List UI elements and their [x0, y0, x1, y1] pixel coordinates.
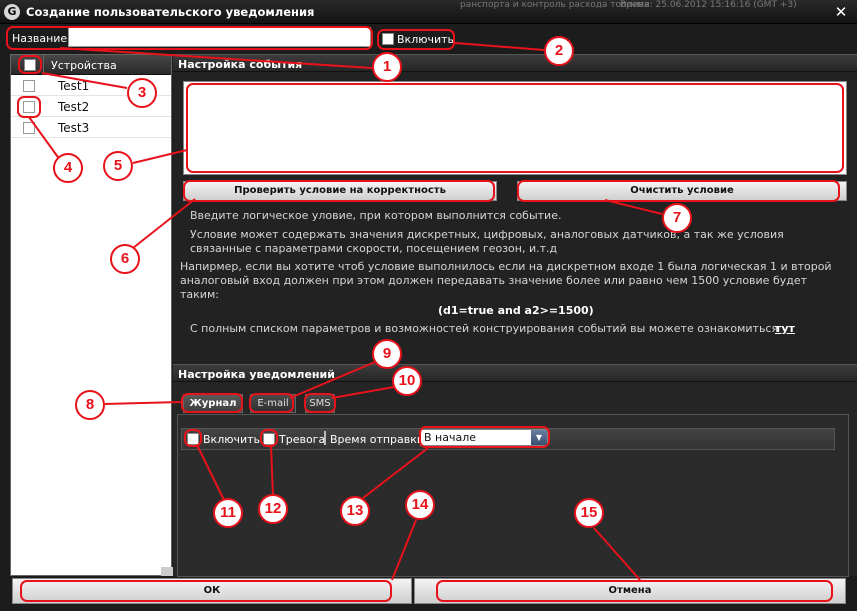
- annotation-marker-10: 10: [392, 366, 422, 396]
- annotation-marker-11: 11: [213, 498, 243, 528]
- annotation-marker-1: 1: [372, 52, 402, 82]
- annotation-marker-3: 3: [127, 78, 157, 108]
- annotation-marker-15: 15: [574, 498, 604, 528]
- annotation-marker-8: 8: [75, 390, 105, 420]
- annotation-marker-7: 7: [662, 203, 692, 233]
- annotation-marker-2: 2: [544, 36, 574, 66]
- annotation-marker-9: 9: [372, 339, 402, 369]
- annotation-marker-12: 12: [258, 494, 288, 524]
- annotation-marker-13: 13: [340, 496, 370, 526]
- annotation-marker-6: 6: [110, 244, 140, 274]
- annotation-marker-4: 4: [53, 153, 83, 183]
- annotation-marker-5: 5: [103, 151, 133, 181]
- annotation-marker-14: 14: [405, 490, 435, 520]
